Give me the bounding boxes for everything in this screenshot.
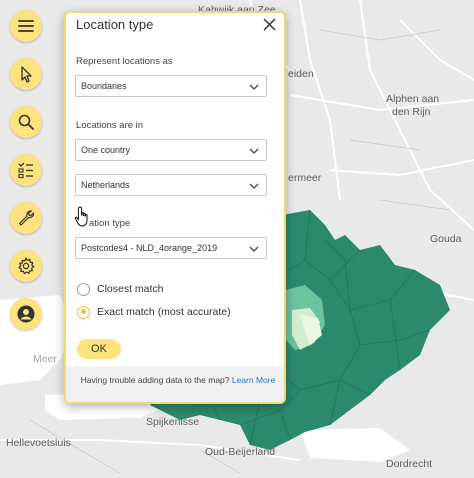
map-label-alphen-1: Alphen aan [386, 93, 440, 105]
help-text: Having trouble adding data to the map? L… [78, 374, 278, 386]
location-type-label: ation type [89, 218, 131, 229]
chevron-down-icon [249, 246, 259, 252]
location-type-select[interactable]: Postcodes4 - NLD_4orange_2019 [75, 237, 267, 259]
country-select[interactable]: Netherlands [75, 174, 267, 196]
layers-list-button[interactable] [10, 154, 42, 186]
chevron-down-icon [249, 84, 259, 90]
represent-value: Boundaries [81, 81, 127, 91]
map-label-alphen-2: den Rijn [392, 106, 431, 118]
radio-closest-match[interactable]: Closest match [77, 281, 164, 297]
user-icon [17, 305, 35, 323]
layer-list-icon [18, 162, 33, 179]
represent-select[interactable]: Boundaries [75, 75, 267, 97]
search-icon [18, 114, 34, 130]
radio-closest-label: Closest match [97, 283, 164, 295]
help-footer: Having trouble adding data to the map? L… [66, 366, 284, 402]
radio-exact-label: Exact match (most accurate) [97, 306, 231, 318]
pointer-icon [21, 66, 32, 83]
radio-exact-match[interactable]: Exact match (most accurate) [77, 304, 231, 320]
map-label-gouda: Gouda [430, 233, 462, 245]
location-type-panel: Location type Represent locations as Bou… [64, 11, 286, 404]
tools-button[interactable] [10, 202, 42, 234]
close-icon [262, 17, 276, 31]
scope-value: One country [81, 145, 131, 155]
scope-select[interactable]: One country [75, 139, 267, 161]
chevron-down-icon [249, 148, 259, 154]
map-label-spijkenisse: Spijkenisse [146, 416, 200, 428]
chevron-down-icon [249, 183, 259, 189]
map-label-zoetermeer: ermeer [288, 172, 322, 184]
represent-label: Represent locations as [76, 56, 173, 67]
map-label-oud-beijerland: Oud-Beijerland [205, 446, 276, 458]
hamburger-menu-icon [18, 20, 34, 32]
radio-exact-circle[interactable] [77, 305, 90, 319]
country-value: Netherlands [81, 180, 130, 190]
hamburger-menu-button[interactable] [10, 10, 42, 42]
settings-gear-icon [18, 257, 35, 275]
ok-button[interactable]: OK [77, 339, 121, 359]
learn-more-link[interactable]: Learn More [232, 375, 275, 385]
help-message: Having trouble adding data to the map? [80, 375, 232, 385]
search-button[interactable] [10, 106, 42, 138]
radio-closest-circle[interactable] [77, 282, 90, 296]
close-button[interactable] [260, 15, 278, 33]
locations-in-label: Locations are in [76, 120, 144, 131]
wrench-icon [18, 210, 35, 226]
location-type-value: Postcodes4 - NLD_4orange_2019 [81, 243, 218, 253]
map-label-leiden: eiden [288, 68, 314, 80]
hand-cursor-icon [74, 206, 88, 227]
user-account-button[interactable] [10, 298, 42, 330]
settings-button[interactable] [10, 250, 42, 282]
select-tool-button[interactable] [10, 58, 42, 90]
left-toolbar [0, 0, 52, 473]
panel-title: Location type [76, 17, 154, 32]
map-label-dordrecht: Dordrecht [386, 458, 433, 470]
